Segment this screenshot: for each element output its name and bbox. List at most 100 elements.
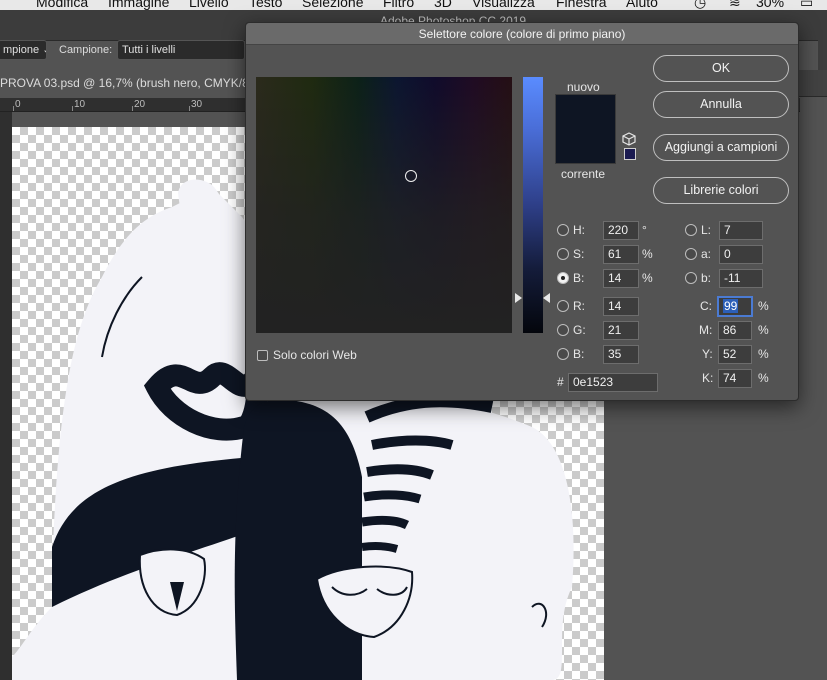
document-tab-title: PROVA 03.psd @ 16,7% (brush nero, CMYK/8 [0,76,249,90]
ruler-mark-30: 30 [191,99,203,110]
radio-lab-b[interactable] [685,272,697,284]
radio-lab-a[interactable] [685,248,697,260]
cyan-field[interactable]: 99 [718,297,752,316]
hue-label: H: [573,223,585,237]
ruler-mark-10: 10 [74,99,86,110]
color-field-shade [256,77,512,333]
ruler-tick [189,106,190,111]
ruler-mark-20: 20 [134,99,146,110]
slider-arrow-left-icon[interactable] [515,293,522,303]
web-safe-swatch[interactable] [624,148,636,160]
lab-l-value: 7 [724,223,731,237]
color-libraries-button[interactable]: Librerie colori [653,177,789,204]
menu-modifica[interactable]: Modifica [36,0,88,10]
ruler-mark-0: 0 [15,99,21,110]
dialog-title: Selettore colore (colore di primo piano) [246,23,798,45]
add-to-swatches-button[interactable]: Aggiungi a campioni [653,134,789,161]
current-color-label: corrente [561,167,606,181]
lab-l-label: L: [701,223,712,237]
gamut-cube-icon[interactable] [622,132,636,146]
lab-a-field[interactable]: 0 [719,245,763,264]
lab-a-label: a: [701,247,712,261]
menu-aiuto[interactable]: Aiuto [626,0,658,10]
brightness-unit: % [642,271,653,285]
radio-blue[interactable] [557,348,569,360]
lab-b-value: -11 [724,271,741,285]
right-panel-area [800,97,827,680]
hue-value: 220 [608,223,629,237]
sample-layers-value: Tutti i livelli [122,44,176,56]
magenta-unit: % [758,323,769,337]
hue-unit: ° [642,223,647,237]
magenta-label: M: [699,323,713,337]
lab-b-field[interactable]: -11 [719,269,763,288]
sample-size-value: mpione [3,44,40,56]
web-colors-label: Solo colori Web [273,348,357,362]
cyan-value: 99 [723,299,739,313]
yellow-field[interactable]: 52 [718,345,752,364]
menubar: Modifica Immagine Livello Testo Selezion… [0,0,827,10]
menu-visualizza[interactable]: Visualizza [472,0,535,10]
hue-field[interactable]: 220 [603,221,639,240]
chevron-down-icon: ⌄ [42,44,46,56]
radio-saturation[interactable] [557,248,569,260]
hex-field[interactable]: 0e1523 [568,373,658,392]
brightness-value: 14 [608,271,622,285]
cyan-unit: % [758,299,769,313]
radio-lightness[interactable] [685,224,697,236]
new-current-color-swatch[interactable] [555,94,616,164]
yellow-unit: % [758,347,769,361]
lab-b-label: b: [701,271,712,285]
new-color-label: nuovo [567,80,600,94]
lab-l-field[interactable]: 7 [719,221,763,240]
red-label: R: [573,299,585,313]
magenta-value: 86 [723,323,737,337]
saturation-field[interactable]: 61 [603,245,639,264]
saturation-label: S: [573,247,585,261]
menu-filtro[interactable]: Filtro [383,0,414,10]
saturation-unit: % [642,247,653,261]
battery-icon[interactable]: ▭ [800,0,813,10]
ruler-tick [72,106,73,111]
radio-brightness[interactable] [557,272,569,284]
blue-label: B: [573,347,585,361]
color-field-cursor[interactable] [405,170,417,182]
saturation-value: 61 [608,247,622,261]
brightness-field[interactable]: 14 [603,269,639,288]
menu-livello[interactable]: Livello [189,0,229,10]
cyan-label: C: [700,299,712,313]
sample-layers-dropdown[interactable]: Tutti i livelli [117,40,245,60]
radio-green[interactable] [557,324,569,336]
ok-button[interactable]: OK [653,55,789,82]
magenta-field[interactable]: 86 [718,321,752,340]
yellow-label: Y: [702,347,713,361]
red-field[interactable]: 14 [603,297,639,316]
web-colors-checkbox[interactable] [257,350,268,361]
history-icon[interactable]: ◷ [694,0,706,10]
menu-testo[interactable]: Testo [249,0,282,10]
black-unit: % [758,371,769,385]
green-field[interactable]: 21 [603,321,639,340]
document-tab[interactable]: PROVA 03.psd @ 16,7% (brush nero, CMYK/8 [0,70,250,97]
sample-size-dropdown[interactable]: mpione ⌄ [0,40,47,60]
menu-selezione[interactable]: Selezione [302,0,364,10]
menu-immagine[interactable]: Immagine [108,0,169,10]
wifi-icon[interactable]: ≋ [729,0,741,10]
menu-3d[interactable]: 3D [434,0,452,10]
brightness-slider[interactable] [523,77,543,333]
menu-finestra[interactable]: Finestra [556,0,607,10]
slider-arrow-right-icon[interactable] [543,293,550,303]
photoshop-window: Modifica Immagine Livello Testo Selezion… [0,0,827,680]
blue-field[interactable]: 35 [603,345,639,364]
radio-hue[interactable] [557,224,569,236]
black-field[interactable]: 74 [718,369,752,388]
red-value: 14 [608,299,622,313]
color-picker-dialog: Selettore colore (colore di primo piano)… [245,22,799,401]
radio-red[interactable] [557,300,569,312]
black-label: K: [702,371,714,385]
green-label: G: [573,323,586,337]
ruler-tick [13,106,14,111]
vertical-ruler[interactable] [0,112,12,680]
cancel-button[interactable]: Annulla [653,91,789,118]
battery-percentage: 30% [756,0,785,10]
